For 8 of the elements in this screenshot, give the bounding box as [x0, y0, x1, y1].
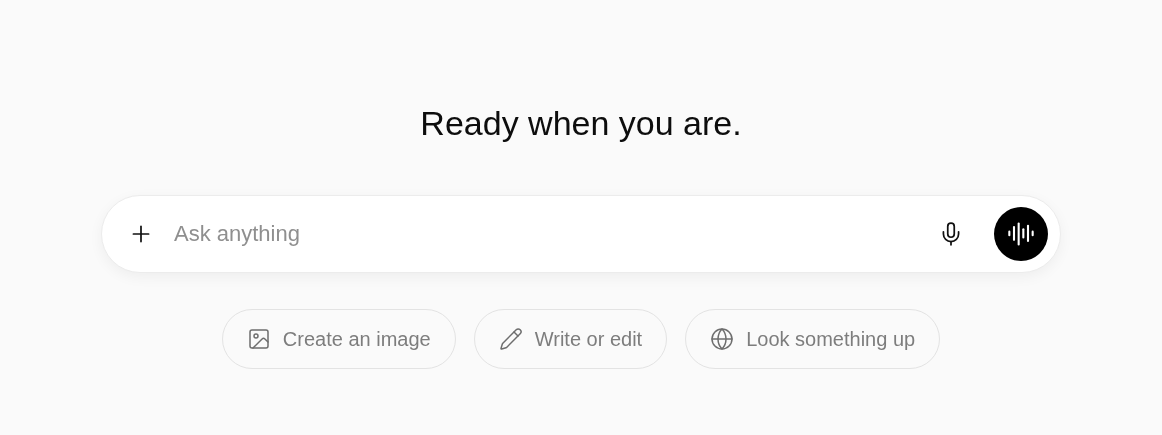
- voice-mode-button[interactable]: [994, 207, 1048, 261]
- image-icon: [246, 327, 271, 351]
- chat-input-box[interactable]: Ask anything: [101, 195, 1061, 273]
- heading: Ready when you are.: [420, 103, 742, 144]
- globe-icon: [710, 327, 735, 351]
- sound-wave-icon: [1007, 220, 1035, 248]
- message-field[interactable]: Ask anything: [172, 220, 920, 248]
- pencil-icon: [498, 327, 523, 351]
